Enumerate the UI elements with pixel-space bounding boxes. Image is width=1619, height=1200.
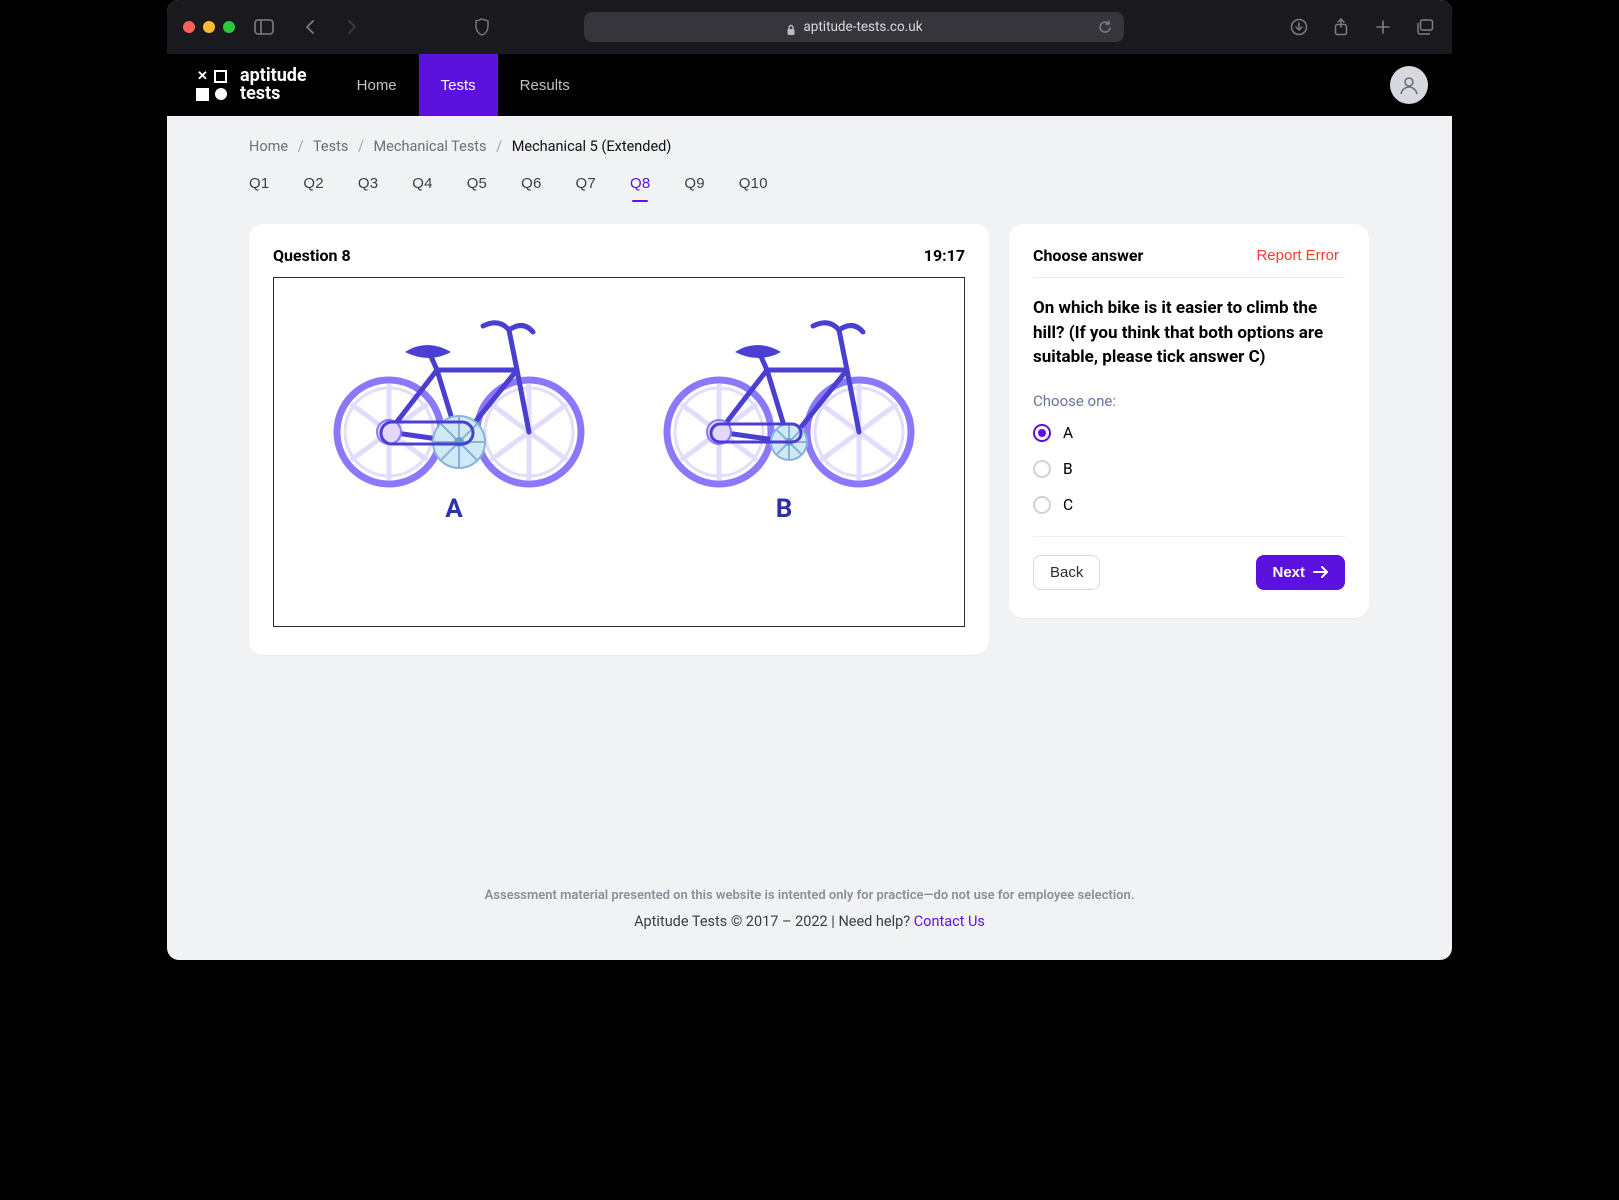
breadcrumb: Home / Tests / Mechanical Tests / Mechan… <box>249 138 1370 155</box>
answer-title: Choose answer <box>1033 246 1143 265</box>
choose-one-label: Choose one: <box>1033 392 1345 410</box>
breadcrumb-category[interactable]: Mechanical Tests <box>374 138 487 155</box>
question-title: Question 8 <box>273 246 351 265</box>
window-controls <box>183 21 235 33</box>
report-error-link[interactable]: Report Error <box>1250 246 1345 265</box>
nav-link-home[interactable]: Home <box>335 54 419 116</box>
tab-q2[interactable]: Q2 <box>303 175 323 200</box>
reload-icon[interactable] <box>1094 16 1116 38</box>
new-tab-icon[interactable] <box>1372 16 1394 38</box>
next-button-label: Next <box>1272 564 1305 581</box>
window-close-button[interactable] <box>183 21 195 33</box>
tab-q8[interactable]: Q8 <box>630 175 650 200</box>
option-c[interactable]: C <box>1033 496 1345 514</box>
next-button[interactable]: Next <box>1256 555 1345 590</box>
arrow-right-icon <box>1313 565 1329 579</box>
tab-q9[interactable]: Q9 <box>684 175 704 200</box>
nav-link-results[interactable]: Results <box>498 54 592 116</box>
brand-logo[interactable]: ✕ aptitude tests <box>167 54 335 116</box>
radio-icon <box>1033 460 1051 478</box>
tab-q5[interactable]: Q5 <box>467 175 487 200</box>
downloads-icon[interactable] <box>1288 16 1310 38</box>
footer-disclaimer: Assessment material presented on this we… <box>249 888 1370 903</box>
page-footer: Assessment material presented on this we… <box>249 866 1370 960</box>
figure-label-a: A <box>445 494 462 524</box>
address-bar[interactable]: aptitude-tests.co.uk <box>584 12 1124 42</box>
tab-q7[interactable]: Q7 <box>576 175 596 200</box>
question-timer: 19:17 <box>924 246 965 265</box>
forward-icon <box>341 16 363 38</box>
browser-toolbar: aptitude-tests.co.uk <box>167 0 1452 54</box>
divider <box>1033 536 1345 537</box>
user-avatar[interactable] <box>1390 66 1428 104</box>
sidebar-toggle-icon[interactable] <box>253 16 275 38</box>
share-icon[interactable] <box>1330 16 1352 38</box>
figure-option-b: B <box>639 292 929 524</box>
option-label: C <box>1063 496 1073 514</box>
tab-q10[interactable]: Q10 <box>739 175 768 200</box>
address-text: aptitude-tests.co.uk <box>803 19 922 35</box>
tab-q4[interactable]: Q4 <box>412 175 432 200</box>
option-label: A <box>1063 424 1073 442</box>
footer-copyright: Aptitude Tests © 2017 – 2022 | Need help… <box>634 913 914 930</box>
back-icon[interactable] <box>299 16 321 38</box>
nav-link-tests[interactable]: Tests <box>419 54 498 116</box>
question-figure: A <box>273 277 965 627</box>
nav-links: Home Tests Results <box>335 54 592 116</box>
question-prompt: On which bike is it easier to climb the … <box>1033 296 1345 370</box>
option-a[interactable]: A <box>1033 424 1345 442</box>
answer-card: Choose answer Report Error On which bike… <box>1009 224 1369 618</box>
window-minimize-button[interactable] <box>203 21 215 33</box>
back-button[interactable]: Back <box>1033 555 1100 590</box>
shield-icon[interactable] <box>471 16 493 38</box>
brand-glyph-icon: ✕ <box>195 69 228 102</box>
divider <box>1033 277 1345 278</box>
breadcrumb-current: Mechanical 5 (Extended) <box>512 138 672 155</box>
contact-us-link[interactable]: Contact Us <box>914 913 985 930</box>
tab-q3[interactable]: Q3 <box>358 175 378 200</box>
window-zoom-button[interactable] <box>223 21 235 33</box>
option-label: B <box>1063 460 1073 478</box>
breadcrumb-tests[interactable]: Tests <box>313 138 348 155</box>
radio-icon <box>1033 424 1051 442</box>
tab-q6[interactable]: Q6 <box>521 175 541 200</box>
question-card: Question 8 19:17 <box>249 224 989 655</box>
radio-icon <box>1033 496 1051 514</box>
figure-label-b: B <box>776 494 793 524</box>
answer-options: A B C <box>1033 424 1345 514</box>
tabs-overview-icon[interactable] <box>1414 16 1436 38</box>
breadcrumb-home[interactable]: Home <box>249 138 288 155</box>
figure-option-a: A <box>309 292 599 524</box>
brand-line2: tests <box>240 85 307 103</box>
option-b[interactable]: B <box>1033 460 1345 478</box>
tab-q1[interactable]: Q1 <box>249 175 269 200</box>
site-nav: ✕ aptitude tests Home Tests Results <box>167 54 1452 116</box>
question-tabs: Q1 Q2 Q3 Q4 Q5 Q6 Q7 Q8 Q9 Q10 <box>249 175 1370 200</box>
lock-icon <box>785 21 797 33</box>
